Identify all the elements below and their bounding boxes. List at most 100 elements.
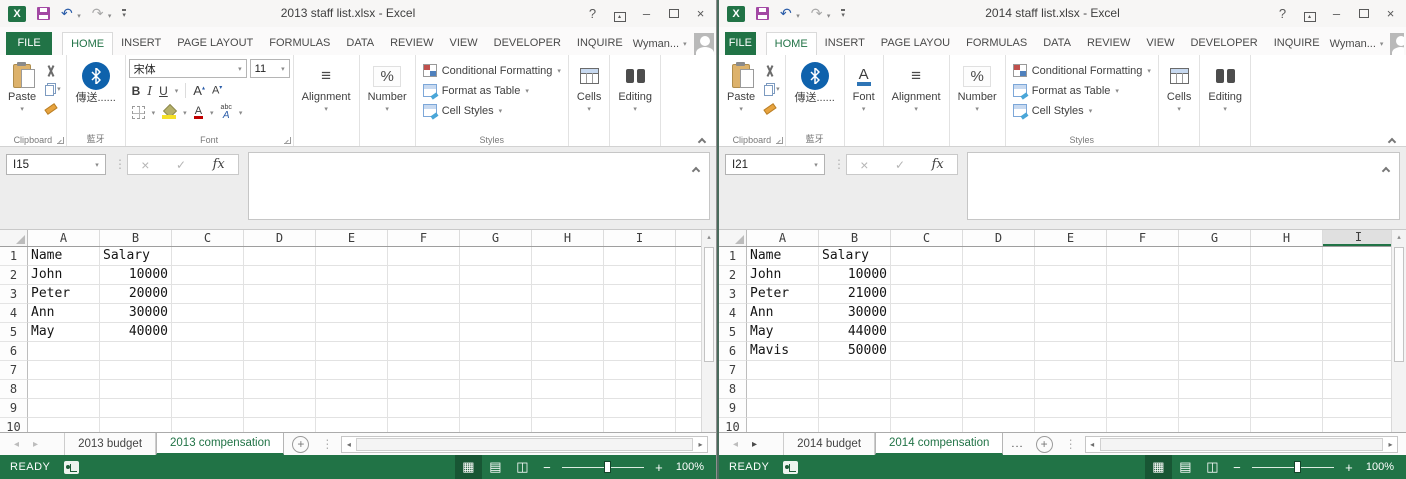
cell-E10[interactable] xyxy=(1035,418,1107,432)
cell-B5[interactable]: 40000 xyxy=(100,323,172,342)
cell-H2[interactable] xyxy=(532,266,604,285)
cell-A10[interactable] xyxy=(28,418,100,432)
tab-home[interactable]: HOME xyxy=(766,32,817,55)
undo-button[interactable]: ↶ ▾ xyxy=(61,5,81,23)
cell-F9[interactable] xyxy=(1107,399,1179,418)
save-icon[interactable] xyxy=(37,7,50,20)
add-sheet-button[interactable]: + xyxy=(1036,436,1053,453)
cell-C1[interactable] xyxy=(891,247,963,266)
cell-C7[interactable] xyxy=(891,361,963,380)
number-button[interactable]: % Number ▾ xyxy=(363,58,412,133)
horizontal-scrollbar-thumb[interactable] xyxy=(356,438,693,451)
cell-A4[interactable]: Ann xyxy=(747,304,819,323)
tab-data[interactable]: DATA xyxy=(1035,32,1079,55)
cell-D9[interactable] xyxy=(963,399,1035,418)
cell-D1[interactable] xyxy=(963,247,1035,266)
underline-button[interactable]: U xyxy=(159,84,168,98)
row-header-3[interactable]: 3 xyxy=(719,285,747,304)
cell-H1[interactable] xyxy=(1251,247,1323,266)
page-break-view-icon[interactable]: ◫ xyxy=(1199,455,1226,479)
zoom-out-icon[interactable]: − xyxy=(536,460,558,475)
formula-bar-input[interactable] xyxy=(248,152,710,220)
cell-F1[interactable] xyxy=(1107,247,1179,266)
cell-F7[interactable] xyxy=(388,361,460,380)
row-header-1[interactable]: 1 xyxy=(0,247,28,266)
cell-I2[interactable] xyxy=(604,266,676,285)
cell-G5[interactable] xyxy=(460,323,532,342)
cell-B7[interactable] xyxy=(819,361,891,380)
cell-H8[interactable] xyxy=(1251,380,1323,399)
vertical-scrollbar-thumb[interactable] xyxy=(704,247,714,362)
cell-H6[interactable] xyxy=(532,342,604,361)
chevron-down-icon[interactable]: ▾ xyxy=(183,109,187,117)
more-sheets-indicator[interactable]: ... xyxy=(1011,438,1023,450)
chevron-down-icon[interactable]: ▾ xyxy=(175,87,179,95)
cell-I9[interactable] xyxy=(1323,399,1395,418)
cell-D9[interactable] xyxy=(244,399,316,418)
cell-A9[interactable] xyxy=(28,399,100,418)
font-color-icon[interactable]: A xyxy=(194,106,203,119)
bold-button[interactable]: B xyxy=(132,84,141,98)
cell-F1[interactable] xyxy=(388,247,460,266)
chevron-down-icon[interactable]: ▾ xyxy=(239,109,243,117)
cell-C4[interactable] xyxy=(891,304,963,323)
normal-view-icon[interactable]: ▦ xyxy=(1145,455,1172,479)
cell-B5[interactable]: 44000 xyxy=(819,323,891,342)
cell-G6[interactable] xyxy=(1179,342,1251,361)
chevron-down-icon[interactable]: ▾ xyxy=(808,161,824,169)
name-box[interactable]: I15 ▾ xyxy=(6,154,106,175)
row-header-6[interactable]: 6 xyxy=(719,342,747,361)
cell-D10[interactable] xyxy=(963,418,1035,432)
save-icon[interactable] xyxy=(756,7,769,20)
zoom-level[interactable]: 100% xyxy=(1366,461,1394,473)
cell-C10[interactable] xyxy=(891,418,963,432)
insert-function-icon[interactable]: fx xyxy=(213,157,225,172)
cell-G2[interactable] xyxy=(460,266,532,285)
cell-G4[interactable] xyxy=(460,304,532,323)
cell-D4[interactable] xyxy=(963,304,1035,323)
cell-E1[interactable] xyxy=(316,247,388,266)
cell-D6[interactable] xyxy=(244,342,316,361)
cell-D3[interactable] xyxy=(963,285,1035,304)
horizontal-scrollbar[interactable]: ◂ ▸ xyxy=(341,436,708,453)
close-icon[interactable]: × xyxy=(1377,0,1404,27)
cell-I1[interactable] xyxy=(1323,247,1395,266)
scroll-right-icon[interactable]: ▸ xyxy=(1384,440,1397,449)
cell-I6[interactable] xyxy=(1323,342,1395,361)
column-header-C[interactable]: C xyxy=(891,230,963,246)
ribbon-display-options-icon[interactable]: ▴ xyxy=(606,0,633,27)
tab-insert[interactable]: INSERT xyxy=(113,32,169,55)
cell-F5[interactable] xyxy=(388,323,460,342)
cell-H2[interactable] xyxy=(1251,266,1323,285)
cell-B10[interactable] xyxy=(100,418,172,432)
cell-F8[interactable] xyxy=(1107,380,1179,399)
cell-I10[interactable] xyxy=(1323,418,1395,432)
tab-review[interactable]: REVIEW xyxy=(1079,32,1138,55)
cell-A7[interactable] xyxy=(747,361,819,380)
column-header-G[interactable]: G xyxy=(460,230,532,246)
cell-E9[interactable] xyxy=(1035,399,1107,418)
cell-I7[interactable] xyxy=(604,361,676,380)
account-menu[interactable]: Wyman...▾ xyxy=(631,32,689,55)
row-header-10[interactable]: 10 xyxy=(719,418,747,432)
column-header-B[interactable]: B xyxy=(100,230,172,246)
cell-C3[interactable] xyxy=(891,285,963,304)
row-header-2[interactable]: 2 xyxy=(0,266,28,285)
cell-G10[interactable] xyxy=(1179,418,1251,432)
avatar[interactable] xyxy=(694,33,714,55)
cell-H3[interactable] xyxy=(1251,285,1323,304)
chevron-down-icon[interactable]: ▾ xyxy=(89,161,105,169)
cell-A3[interactable]: Peter xyxy=(28,285,100,304)
cell-F5[interactable] xyxy=(1107,323,1179,342)
cell-C5[interactable] xyxy=(891,323,963,342)
tab-developer[interactable]: DEVELOPER xyxy=(1182,32,1265,55)
collapse-ribbon-icon[interactable] xyxy=(699,132,707,140)
scroll-up-icon[interactable]: ▴ xyxy=(702,230,716,245)
cell-C8[interactable] xyxy=(172,380,244,399)
minimize-icon[interactable]: – xyxy=(633,0,660,27)
cell-I8[interactable] xyxy=(604,380,676,399)
zoom-in-icon[interactable]: + xyxy=(1338,460,1360,475)
sheet-tab-2013-budget[interactable]: 2013 budget xyxy=(64,433,156,455)
sheet-nav-left-icon[interactable]: ◂ xyxy=(14,439,19,450)
tab-data[interactable]: DATA xyxy=(338,32,382,55)
